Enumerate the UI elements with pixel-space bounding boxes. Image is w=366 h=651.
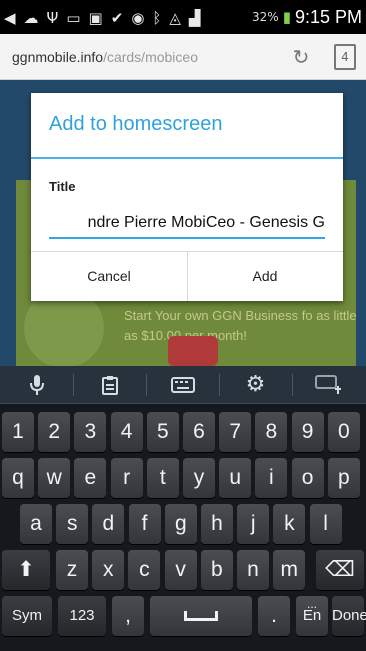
key-a[interactable]: a (20, 504, 52, 544)
key-2[interactable]: 2 (38, 412, 71, 452)
key-l[interactable]: l (309, 504, 342, 544)
key-3[interactable]: 3 (74, 412, 107, 452)
wifi-signal-icon: ☁ (23, 9, 39, 27)
key-9[interactable]: 9 (291, 412, 324, 452)
key-f[interactable]: f (128, 504, 161, 544)
bluetooth-icon: ᛒ (152, 9, 162, 27)
language-key[interactable]: En... (296, 596, 328, 636)
eye-icon: ◉ (131, 9, 145, 27)
key-7[interactable]: 7 (219, 412, 252, 452)
clipboard-icon[interactable] (73, 366, 146, 404)
microphone-icon[interactable] (0, 366, 73, 404)
flipboard-icon: ▣ (88, 9, 103, 27)
notification-icons: ◀ ☁ Ψ ▭ ▣ ✔ ◉ ᛒ ◬ ▟ (4, 7, 201, 29)
keyboard-icon[interactable] (146, 366, 219, 404)
key-g[interactable]: g (164, 504, 197, 544)
usb-icon: Ψ (46, 9, 59, 27)
sym-key[interactable]: Sym (2, 596, 52, 636)
dialog-title-divider (31, 157, 343, 159)
add-button[interactable]: Add (187, 252, 343, 301)
back-arrow-icon: ◀ (4, 9, 16, 27)
language-dots: ... (306, 597, 317, 611)
clock: 9:15 PM (294, 6, 362, 27)
key-v[interactable]: v (164, 550, 197, 590)
url-path: /cards/mobiceo (103, 49, 198, 65)
shift-key[interactable]: ⬆ (2, 550, 50, 590)
key-h[interactable]: h (201, 504, 233, 544)
title-field-label: Title (49, 179, 76, 194)
key-t[interactable]: t (146, 458, 179, 498)
key-r[interactable]: r (110, 458, 143, 498)
key-o[interactable]: o (291, 458, 324, 498)
battery-percent: 32% (252, 10, 279, 24)
add-to-homescreen-dialog: Add to homescreen Title Cancel Add (31, 93, 343, 301)
key-y[interactable]: y (183, 458, 215, 498)
check-icon: ✔ (110, 9, 124, 27)
comma-key[interactable]: , (112, 596, 144, 636)
key-n[interactable]: n (237, 550, 269, 590)
address-bar[interactable]: ggnmobile.info/cards/mobiceo (12, 44, 302, 70)
key-1[interactable]: 1 (2, 412, 34, 452)
key-e[interactable]: e (74, 458, 107, 498)
wifi-icon: ◬ (169, 9, 181, 27)
signal-icon: ▟ (188, 9, 201, 27)
dialog-title: Add to homescreen (49, 113, 223, 135)
title-input[interactable] (49, 209, 325, 239)
space-icon (184, 611, 218, 622)
key-d[interactable]: d (92, 504, 125, 544)
cancel-button[interactable]: Cancel (31, 252, 187, 301)
key-p[interactable]: p (327, 458, 360, 498)
key-5[interactable]: 5 (146, 412, 179, 452)
numbers-key[interactable]: 123 (58, 596, 106, 636)
key-c[interactable]: c (128, 550, 161, 590)
key-b[interactable]: b (200, 550, 233, 590)
key-q[interactable]: q (2, 458, 34, 498)
battery-icon: ▮ (282, 8, 291, 26)
key-0[interactable]: 0 (327, 412, 360, 452)
key-x[interactable]: x (92, 550, 125, 590)
video-play-icon (168, 336, 218, 366)
key-6[interactable]: 6 (183, 412, 215, 452)
reload-icon[interactable]: ↻ (288, 44, 314, 70)
key-k[interactable]: k (273, 504, 306, 544)
key-w[interactable]: w (38, 458, 71, 498)
settings-gear-icon[interactable]: ⚙ (219, 366, 292, 404)
key-i[interactable]: i (255, 458, 288, 498)
status-bar: ◀ ☁ Ψ ▭ ▣ ✔ ◉ ᛒ ◬ ▟ 32% ▮ 9:15 PM (0, 0, 366, 34)
soft-keyboard: ⚙ 1 2 3 4 5 6 7 8 9 0 q w e r t y u i o p a s d f g h j k l ⬆ z x c v b n m ⌫… (0, 366, 366, 651)
key-8[interactable]: 8 (255, 412, 288, 452)
key-u[interactable]: u (219, 458, 252, 498)
keyboard-toolbar: ⚙ (0, 366, 366, 404)
keyboard-icon: ▭ (66, 9, 81, 27)
key-z[interactable]: z (56, 550, 88, 590)
keyboard-resize-icon[interactable] (292, 366, 365, 404)
key-4[interactable]: 4 (110, 412, 143, 452)
tabs-button[interactable]: 4 (334, 44, 356, 70)
key-j[interactable]: j (237, 504, 270, 544)
space-bar[interactable] (150, 596, 252, 636)
done-key[interactable]: Done (332, 596, 366, 636)
url-domain: ggnmobile.info (12, 49, 104, 65)
page-promo-text: Start Your own GGN Business fo as little… (124, 308, 357, 343)
key-s[interactable]: s (56, 504, 89, 544)
browser-toolbar: ggnmobile.info/cards/mobiceo ↻ 4 (0, 34, 366, 80)
period-key[interactable]: . (258, 596, 290, 636)
